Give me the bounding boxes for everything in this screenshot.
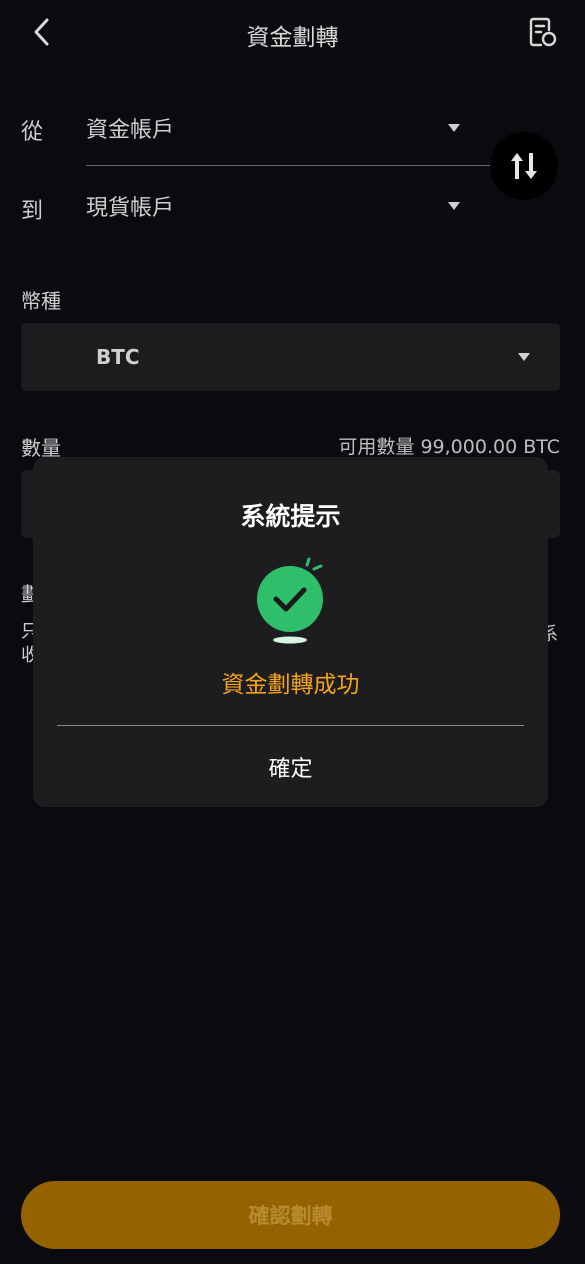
dialog-message: 資金劃轉成功 (221, 672, 360, 698)
success-check-icon (257, 557, 323, 644)
transfer-page: 資金劃轉 從 資金帳戶 到 現貨帳戶 幣種 BTC 數量 可用數量 99,000… (0, 0, 585, 1264)
dialog-ok-button[interactable]: 確定 (33, 737, 548, 797)
success-dialog: 系統提示 資金劃轉成功 確定 (33, 457, 548, 807)
dialog-divider (57, 725, 524, 726)
dialog-title: 系統提示 (240, 502, 341, 531)
dialog-ok-label: 確定 (268, 757, 313, 782)
